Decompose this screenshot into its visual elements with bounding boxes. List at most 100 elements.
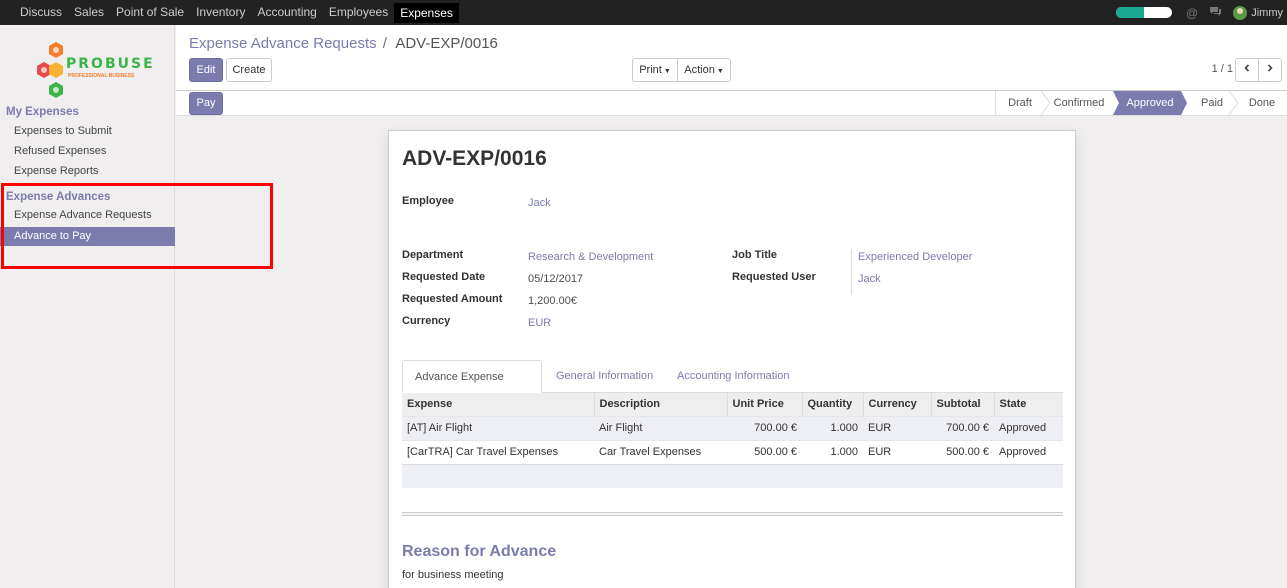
sidebar-item-refused-expenses[interactable]: Refused Expenses xyxy=(0,142,175,161)
table-header-row: Expense Description Unit Price Quantity … xyxy=(402,393,1063,416)
sidebar: PROBUSE PROFESSIONAL BUSINESS My Expense… xyxy=(0,25,175,588)
sidebar-item-expenses-to-submit[interactable]: Expenses to Submit xyxy=(0,122,175,141)
cell-subtotal: 500.00 € xyxy=(931,439,994,464)
reason-title: Reason for Advance xyxy=(402,543,557,560)
chevron-left-icon xyxy=(1244,64,1250,72)
print-button[interactable]: Print ▼ xyxy=(632,58,678,82)
section-my-expenses: My Expenses xyxy=(6,106,79,118)
department-label: Department xyxy=(402,249,464,261)
expense-lines-table: Expense Description Unit Price Quantity … xyxy=(402,393,1063,464)
record-name: ADV-EXP/0016 xyxy=(402,147,547,170)
column-header-expense[interactable]: Expense xyxy=(402,393,595,416)
requested-amount-label: Requested Amount xyxy=(402,293,503,305)
field-divider xyxy=(851,249,852,295)
chevron-right-icon xyxy=(1267,64,1273,72)
toggle-fill xyxy=(1116,7,1145,18)
user-name[interactable]: Jimmy xyxy=(1251,7,1283,19)
table-row[interactable]: [AT] Air Flight Air Flight 700.00 € 1.00… xyxy=(402,415,1063,440)
stage-done[interactable]: Done xyxy=(1236,91,1287,115)
chat-icon-svg xyxy=(1210,6,1222,16)
edit-button[interactable]: Edit xyxy=(189,58,223,82)
employee-label: Employee xyxy=(402,195,454,207)
department-value[interactable]: Research & Development xyxy=(528,251,653,263)
company-logo: PROBUSE PROFESSIONAL BUSINESS xyxy=(34,38,153,98)
cell-unit-price: 700.00 € xyxy=(727,415,802,440)
action-label: Action xyxy=(684,64,715,76)
menu-inventory[interactable]: Inventory xyxy=(190,0,251,25)
at-icon[interactable]: @ xyxy=(1186,6,1198,20)
currency-value[interactable]: EUR xyxy=(528,317,551,329)
menu-accounting[interactable]: Accounting xyxy=(251,0,322,25)
highlight-box xyxy=(1,183,273,269)
cell-state: Approved xyxy=(994,415,1063,440)
column-header-state[interactable]: State xyxy=(994,393,1063,416)
cell-description: Car Travel Expenses xyxy=(594,439,727,464)
breadcrumb: Expense Advance Requests / ADV-EXP/0016 xyxy=(189,35,498,52)
sidebar-item-expense-reports[interactable]: Expense Reports xyxy=(0,162,175,181)
cell-state: Approved xyxy=(994,439,1063,464)
mode-toggle[interactable] xyxy=(1116,7,1173,18)
cell-description: Air Flight xyxy=(594,415,727,440)
topbar-systray: @ Jimmy xyxy=(1116,0,1287,25)
pager-value: 1 / 1 xyxy=(1211,63,1233,75)
menu-expenses[interactable]: Expenses xyxy=(394,2,459,23)
pager-next-button[interactable] xyxy=(1258,58,1282,82)
stage-draft[interactable]: Draft xyxy=(996,91,1044,115)
control-panel: Expense Advance Requests / ADV-EXP/0016 … xyxy=(176,25,1287,91)
cell-currency: EUR xyxy=(863,439,931,464)
table-footer xyxy=(402,464,1063,488)
cell-expense: [AT] Air Flight xyxy=(402,415,594,440)
status-bar: Pay Draft Confirmed Approved Paid Done xyxy=(176,91,1287,116)
chat-icon[interactable] xyxy=(1209,6,1222,20)
top-navbar: Discuss Sales Point of Sale Inventory Ac… xyxy=(0,0,1287,25)
breadcrumb-current: ADV-EXP/0016 xyxy=(395,35,498,52)
requested-date-value: 05/12/2017 xyxy=(528,273,584,285)
section-separator xyxy=(402,512,1063,516)
cell-expense: [CarTRA] Car Travel Expenses xyxy=(402,439,594,464)
breadcrumb-separator: / xyxy=(382,35,387,52)
logo-subtitle: PROFESSIONAL BUSINESS xyxy=(68,73,135,79)
pay-button[interactable]: Pay xyxy=(189,92,223,115)
pager-previous-button[interactable] xyxy=(1235,58,1259,82)
stage-confirmed[interactable]: Confirmed xyxy=(1044,91,1114,115)
cell-subtotal: 700.00 € xyxy=(931,415,994,440)
currency-label: Currency xyxy=(402,315,451,327)
table-row[interactable]: [CarTRA] Car Travel Expenses Car Travel … xyxy=(402,439,1063,464)
employee-value[interactable]: Jack xyxy=(528,197,551,209)
menu-employees[interactable]: Employees xyxy=(323,0,394,25)
tab-general-information[interactable]: General Information xyxy=(544,360,665,393)
logo-title: PROBUSE xyxy=(66,56,155,72)
column-header-unit-price[interactable]: Unit Price xyxy=(727,393,803,416)
column-header-subtotal[interactable]: Subtotal xyxy=(931,393,995,416)
caret-down-icon: ▼ xyxy=(663,68,671,75)
notebook-tabs: Advance Expense Lines General Informatio… xyxy=(402,360,1063,415)
tab-advance-expense-lines[interactable]: Advance Expense Lines xyxy=(402,360,542,415)
job-title-value[interactable]: Experienced Developer xyxy=(858,251,972,263)
column-header-description[interactable]: Description xyxy=(594,393,728,416)
caret-down-icon: ▼ xyxy=(716,68,724,75)
requested-user-value[interactable]: Jack xyxy=(858,273,881,285)
menu-discuss[interactable]: Discuss xyxy=(14,0,68,25)
stage-arrow-icon xyxy=(1040,91,1051,115)
cell-unit-price: 500.00 € xyxy=(727,439,802,464)
print-label: Print xyxy=(639,64,662,76)
action-button[interactable]: Action ▼ xyxy=(677,58,731,82)
requested-date-label: Requested Date xyxy=(402,271,486,283)
create-button[interactable]: Create xyxy=(226,58,272,82)
column-header-quantity[interactable]: Quantity xyxy=(802,393,864,416)
menu-sales[interactable]: Sales xyxy=(68,0,110,25)
tab-accounting-information[interactable]: Accounting Information xyxy=(665,360,802,393)
cell-quantity: 1.000 xyxy=(802,415,863,440)
avatar[interactable] xyxy=(1233,5,1248,20)
cell-quantity: 1.000 xyxy=(802,439,863,464)
form-sheet: ADV-EXP/0016 Employee Jack Department Re… xyxy=(388,130,1076,588)
stage-approved[interactable]: Approved xyxy=(1113,91,1187,115)
job-title-label: Job Title xyxy=(732,249,778,261)
stage-arrow-icon xyxy=(1228,91,1239,115)
breadcrumb-parent[interactable]: Expense Advance Requests xyxy=(189,35,377,52)
cell-currency: EUR xyxy=(863,415,931,440)
requested-amount-value: 1,200.00€ xyxy=(528,295,577,307)
requested-user-label: Requested User xyxy=(732,271,816,283)
menu-point-of-sale[interactable]: Point of Sale xyxy=(110,0,190,25)
column-header-currency[interactable]: Currency xyxy=(863,393,932,416)
